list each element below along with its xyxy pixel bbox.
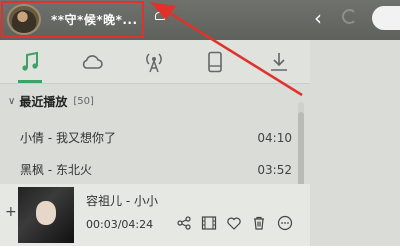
nav-tabs [0, 40, 310, 84]
more-icon[interactable] [277, 215, 293, 231]
chevron-down-icon[interactable]: ∨ [8, 96, 15, 107]
now-playing-bar: + 容祖儿 - 小小 00:03/04:24 [0, 184, 310, 246]
back-arrow-icon[interactable]: ‹ [314, 8, 322, 28]
search-toggle[interactable] [372, 6, 400, 30]
device-icon[interactable] [203, 50, 227, 74]
heart-icon[interactable] [226, 215, 242, 231]
chat-bubble-icon[interactable] [155, 12, 167, 20]
album-cover[interactable] [18, 187, 74, 243]
song-duration: 03:52 [257, 162, 292, 177]
refresh-icon[interactable] [342, 9, 357, 24]
download-icon[interactable] [267, 50, 291, 74]
recent-plays-header[interactable]: ∨ 最近播放 [50] [0, 84, 310, 118]
user-profile-box[interactable]: **守*候*晚*... [1, 1, 144, 38]
now-playing-title: 容祖儿 - 小小 [86, 194, 158, 208]
share-icon[interactable] [176, 215, 192, 231]
playback-time: 00:03/04:24 [86, 218, 154, 231]
song-title: 小倩 - 我又想你了 [20, 131, 116, 145]
music-note-icon[interactable] [18, 50, 42, 74]
avatar[interactable] [7, 4, 41, 35]
section-count: [50] [73, 95, 94, 107]
section-title: 最近播放 [19, 94, 68, 109]
cover-face [36, 201, 56, 225]
radio-icon[interactable] [142, 50, 166, 74]
trash-icon[interactable] [251, 215, 267, 231]
mv-icon[interactable] [201, 215, 217, 231]
song-title: 黑枫 - 东北火 [20, 163, 92, 177]
song-duration: 04:10 [257, 130, 292, 145]
add-button[interactable]: + [5, 204, 17, 220]
username[interactable]: **守*候*晚*... [51, 11, 138, 28]
active-tab-indicator [18, 80, 42, 83]
cloud-icon[interactable] [80, 50, 104, 74]
list-item[interactable]: 小倩 - 我又想你了 04:10 [0, 125, 310, 150]
title-bar: **守*候*晚*... ‹ [0, 0, 400, 40]
list-item[interactable]: 黑枫 - 东北火 03:52 [0, 157, 310, 182]
